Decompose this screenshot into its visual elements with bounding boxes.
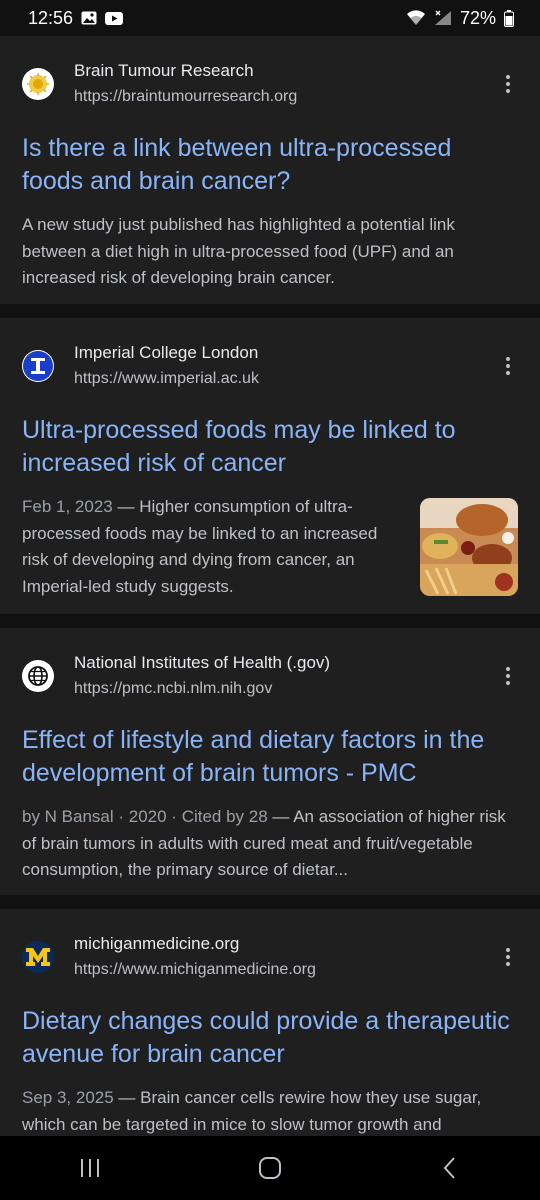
result-snippet: by N Bansal · 2020 · Cited by 28 — An as…: [22, 804, 518, 884]
result-snippet: A new study just published has highlight…: [22, 215, 455, 287]
wifi-icon: [406, 10, 426, 26]
back-icon[interactable]: [420, 1144, 480, 1192]
result-thumbnail[interactable]: [420, 498, 518, 596]
gallery-icon: [81, 11, 97, 25]
battery-percent: 72%: [459, 7, 496, 28]
source-name: National Institutes of Health (.gov): [74, 653, 331, 672]
imperial-college-logo: [22, 350, 54, 382]
result-card[interactable]: Brain Tumour Research https://braintumou…: [0, 36, 540, 304]
result-meta: by N Bansal · 2020 · Cited by 28: [22, 807, 268, 826]
result-title-link[interactable]: Is there a link between ultra-processed …: [22, 132, 518, 198]
source-url: https://www.michiganmedicine.org: [74, 961, 316, 978]
source-name: Brain Tumour Research: [74, 61, 254, 80]
youtube-icon: [105, 11, 124, 25]
result-title-link[interactable]: Dietary changes could provide a therapeu…: [22, 1005, 518, 1071]
result-source[interactable]: Brain Tumour Research https://braintumou…: [22, 58, 518, 110]
source-url: https://pmc.ncbi.nlm.nih.gov: [74, 680, 273, 697]
result-card[interactable]: National Institutes of Health (.gov) htt…: [0, 628, 540, 895]
more-options-icon[interactable]: [498, 662, 518, 690]
result-snippet: Feb 1, 2023 — Higher consumption of ultr…: [22, 494, 402, 600]
navigation-bar: [0, 1136, 540, 1200]
more-options-icon[interactable]: [498, 352, 518, 380]
result-date: Sep 3, 2025: [22, 1088, 114, 1107]
result-source[interactable]: Imperial College London https://www.impe…: [22, 340, 518, 392]
result-title-link[interactable]: Effect of lifestyle and dietary factors …: [22, 724, 518, 790]
result-card[interactable]: michiganmedicine.org https://www.michiga…: [0, 909, 540, 1136]
brain-tumour-research-logo: [22, 68, 54, 100]
source-name: michiganmedicine.org: [74, 934, 240, 953]
battery-icon: [504, 9, 514, 27]
recents-icon[interactable]: [60, 1144, 120, 1192]
signal-icon: [434, 10, 452, 26]
result-date: Feb 1, 2023: [22, 497, 113, 516]
result-card[interactable]: Imperial College London https://www.impe…: [0, 318, 540, 614]
globe-icon: [22, 660, 54, 692]
result-title-link[interactable]: Ultra-processed foods may be linked to i…: [22, 414, 518, 480]
status-bar: 12:56 72%: [0, 0, 540, 36]
result-source[interactable]: michiganmedicine.org https://www.michiga…: [22, 931, 518, 983]
michigan-m-logo: [22, 941, 54, 973]
separator: —: [112, 497, 140, 516]
more-options-icon[interactable]: [498, 70, 518, 98]
separator: —: [113, 1088, 141, 1107]
search-results[interactable]: Brain Tumour Research https://braintumou…: [0, 36, 540, 1136]
more-options-icon[interactable]: [498, 943, 518, 971]
result-source[interactable]: National Institutes of Health (.gov) htt…: [22, 650, 518, 702]
separator: —: [267, 807, 294, 826]
clock: 12:56: [28, 7, 74, 28]
home-icon[interactable]: [240, 1144, 300, 1192]
source-name: Imperial College London: [74, 343, 259, 362]
result-snippet: Sep 3, 2025 — Brain cancer cells rewire …: [22, 1085, 518, 1136]
source-url: https://www.imperial.ac.uk: [74, 370, 259, 387]
source-url: https://braintumourresearch.org: [74, 88, 298, 105]
